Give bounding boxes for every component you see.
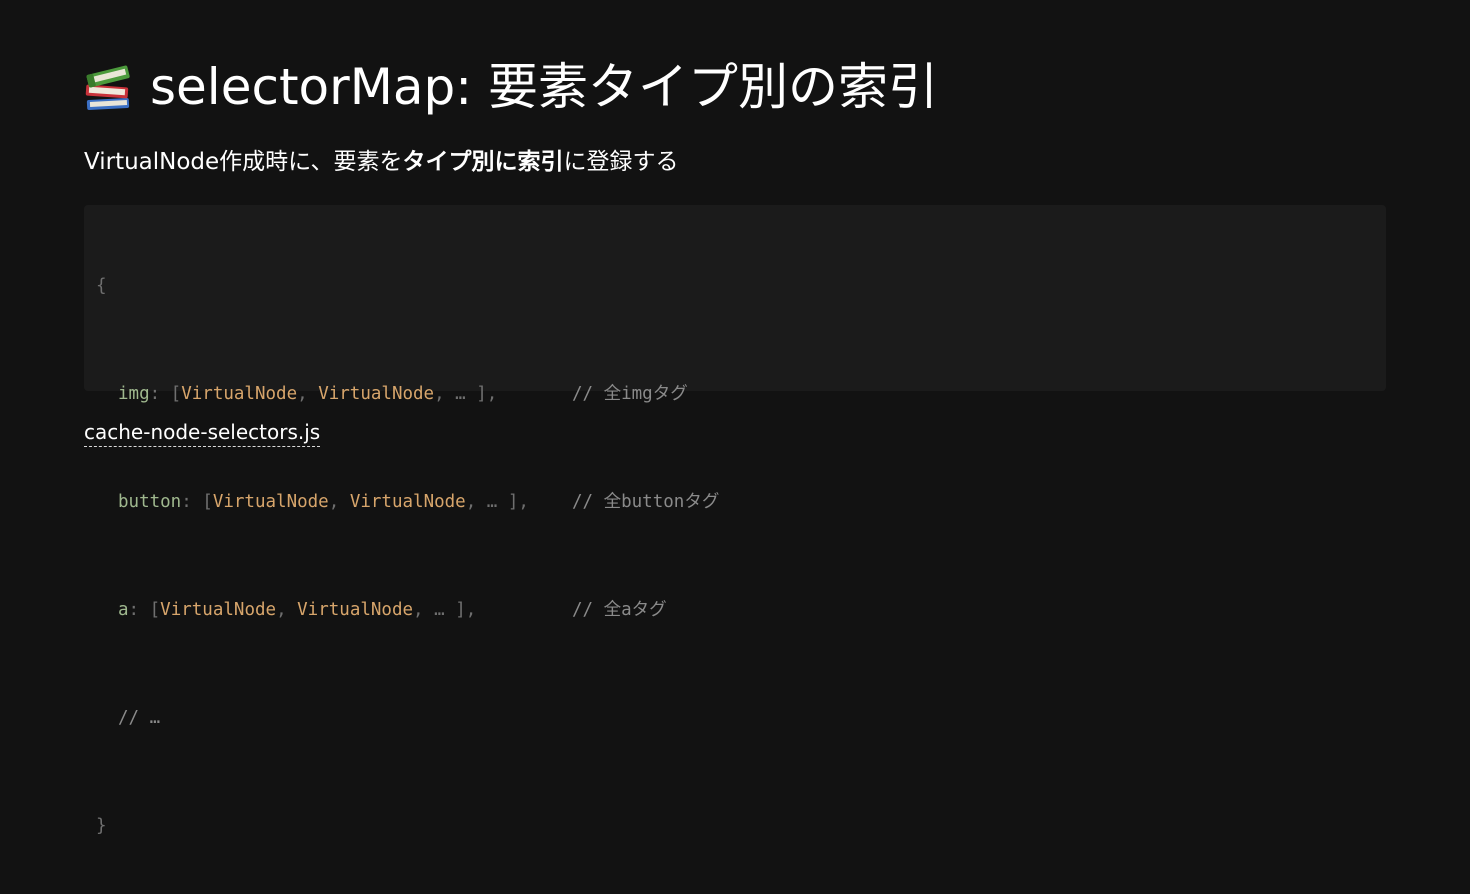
code-line-img: img: [VirtualNode, VirtualNode, … ],// 全… xyxy=(96,381,1374,408)
code-punct: , … ], xyxy=(465,492,529,512)
code-comment: // 全aタグ xyxy=(572,600,667,620)
code-comment: // … xyxy=(118,708,161,728)
code-type: VirtualNode xyxy=(349,492,466,512)
code-line-ellipsis: // … xyxy=(96,705,1374,732)
code-line-open: { xyxy=(96,273,1374,300)
subtitle: VirtualNode作成時に、要素をタイプ別に索引に登録する xyxy=(84,146,1386,178)
code-punct: , xyxy=(276,600,298,620)
code-type: VirtualNode xyxy=(160,600,277,620)
code-block: { img: [VirtualNode, VirtualNode, … ],//… xyxy=(84,205,1386,836)
close-brace: } xyxy=(96,816,107,836)
code-comment: // 全buttonタグ xyxy=(572,492,720,512)
books-icon xyxy=(84,59,134,115)
code-punct: , xyxy=(328,492,350,512)
subtitle-text-1: VirtualNode作成時に、要素を xyxy=(84,149,403,175)
code-type: VirtualNode xyxy=(318,384,435,404)
subtitle-emphasis: タイプ別に索引 xyxy=(402,149,564,175)
code-line-button: button: [VirtualNode, VirtualNode, … ], /… xyxy=(96,489,1374,516)
subtitle-text-2: に登録する xyxy=(563,149,679,175)
code-punct: : [ xyxy=(128,600,161,620)
code-line-close: } xyxy=(96,813,1374,840)
slide: selectorMap: 要素タイプ別の索引 VirtualNode作成時に、要… xyxy=(84,54,1386,836)
source-file-link[interactable]: cache-node-selectors.js xyxy=(84,419,321,447)
code-punct: : [ xyxy=(181,492,213,512)
code-line-a: a: [VirtualNode, VirtualNode, … ],// 全aタ… xyxy=(96,597,1374,624)
code-key: img xyxy=(118,384,150,404)
code-comment: // 全imgタグ xyxy=(572,384,688,404)
code-type: VirtualNode xyxy=(181,384,298,404)
code-punct: , … ], xyxy=(434,384,498,404)
code-key: a xyxy=(118,600,129,620)
code-key: button xyxy=(118,492,182,512)
code-punct: : [ xyxy=(149,384,182,404)
open-brace: { xyxy=(96,276,107,296)
code-punct: , … ], xyxy=(413,600,477,620)
code-type: VirtualNode xyxy=(212,492,329,512)
title-row: selectorMap: 要素タイプ別の索引 xyxy=(84,54,1386,120)
code-punct: , xyxy=(297,384,319,404)
page-title: selectorMap: 要素タイプ別の索引 xyxy=(150,58,938,116)
code-type: VirtualNode xyxy=(297,600,414,620)
